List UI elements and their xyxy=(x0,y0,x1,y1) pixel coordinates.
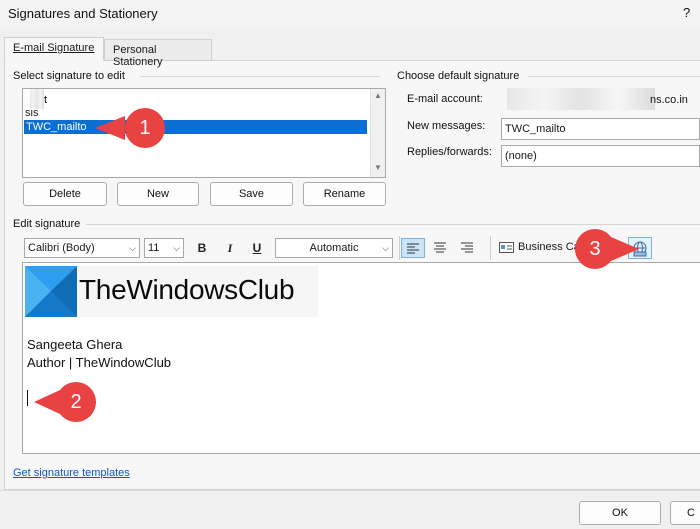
window-title: Signatures and Stationery xyxy=(8,6,158,21)
signature-line-title: Author | TheWindowClub xyxy=(27,355,172,370)
tab-personal-stationery[interactable]: Personal Stationery xyxy=(104,39,212,68)
font-color-value: Automatic xyxy=(309,242,359,254)
list-item[interactable]: sis xyxy=(25,109,38,119)
font-size-value: 11 xyxy=(148,242,160,254)
annotation-badge-1: 1 xyxy=(139,117,151,139)
windows-logo-icon xyxy=(25,266,77,317)
toolbar-separator xyxy=(399,236,400,260)
chevron-down-icon: ⌵ xyxy=(129,243,136,253)
help-button[interactable]: ? xyxy=(683,5,690,20)
email-account-label: E-mail account: xyxy=(407,93,483,105)
align-left-icon xyxy=(407,243,419,254)
section-divider xyxy=(140,76,380,77)
font-size-select[interactable]: 11 ⌵ xyxy=(144,238,184,258)
align-right-button[interactable] xyxy=(456,238,478,258)
new-messages-label: New messages: xyxy=(407,120,486,132)
list-item-label: sis xyxy=(25,109,39,119)
get-signature-templates-link[interactable]: Get signature templates xyxy=(13,467,130,479)
align-right-icon xyxy=(461,242,473,253)
new-button[interactable]: New xyxy=(117,182,199,206)
list-item-selected[interactable]: TWC_mailto xyxy=(24,120,367,134)
italic-button[interactable]: I xyxy=(220,238,240,258)
tab-email-signature-label: E-mail Signature xyxy=(13,42,95,54)
email-account-value[interactable]: ns.co.in xyxy=(650,94,688,106)
new-messages-select[interactable]: TWC_mailto xyxy=(501,118,700,140)
edit-signature-label: Edit signature xyxy=(13,218,81,230)
ok-button[interactable]: OK xyxy=(579,501,661,525)
annotation-badge-2: 2 xyxy=(70,391,82,413)
toolbar-separator xyxy=(490,236,491,260)
scroll-down-icon[interactable]: ▼ xyxy=(374,163,382,172)
tab-personal-stationery-label: Personal Stationery xyxy=(113,44,163,68)
underline-button[interactable]: U xyxy=(247,238,267,258)
font-select-value: Calibri (Body) xyxy=(28,242,95,254)
listbox-scrollbar[interactable]: ▲ ▼ xyxy=(370,89,385,177)
font-color-select[interactable]: Automatic ⌵ xyxy=(275,238,393,258)
default-signature-label: Choose default signature xyxy=(397,70,520,82)
chevron-down-icon: ⌵ xyxy=(382,243,389,253)
tab-email-signature[interactable]: E-mail Signature xyxy=(4,37,104,61)
section-divider xyxy=(528,76,700,77)
logo-text: TheWindowsClub xyxy=(79,274,295,305)
align-left-button[interactable] xyxy=(401,238,425,258)
section-divider xyxy=(86,224,700,225)
align-center-icon xyxy=(434,242,446,253)
align-center-button[interactable] xyxy=(429,238,451,258)
business-card-icon xyxy=(499,242,514,253)
twc-logo-image: TheWindowsClub xyxy=(25,266,318,317)
signature-line-name: Sangeeta Ghera xyxy=(27,337,123,352)
select-signature-label: Select signature to edit xyxy=(13,70,125,82)
business-card-label: Business Ca xyxy=(518,241,580,253)
replies-forwards-select[interactable]: (none) xyxy=(501,145,700,167)
font-select[interactable]: Calibri (Body) ⌵ xyxy=(24,238,140,258)
redacted-item xyxy=(30,89,44,109)
annotation-badge-3: 3 xyxy=(589,238,601,260)
bold-button[interactable]: B xyxy=(192,238,212,258)
delete-button[interactable]: Delete xyxy=(23,182,107,206)
cancel-button[interactable]: C xyxy=(670,501,700,525)
email-account-redacted xyxy=(507,88,655,110)
replies-forwards-label: Replies/forwards: xyxy=(407,146,492,158)
scroll-up-icon[interactable]: ▲ xyxy=(374,91,382,100)
chevron-down-icon: ⌵ xyxy=(173,243,180,253)
text-cursor xyxy=(27,390,28,406)
list-item[interactable]: t xyxy=(44,94,47,106)
save-button[interactable]: Save xyxy=(210,182,293,206)
rename-button[interactable]: Rename xyxy=(303,182,386,206)
